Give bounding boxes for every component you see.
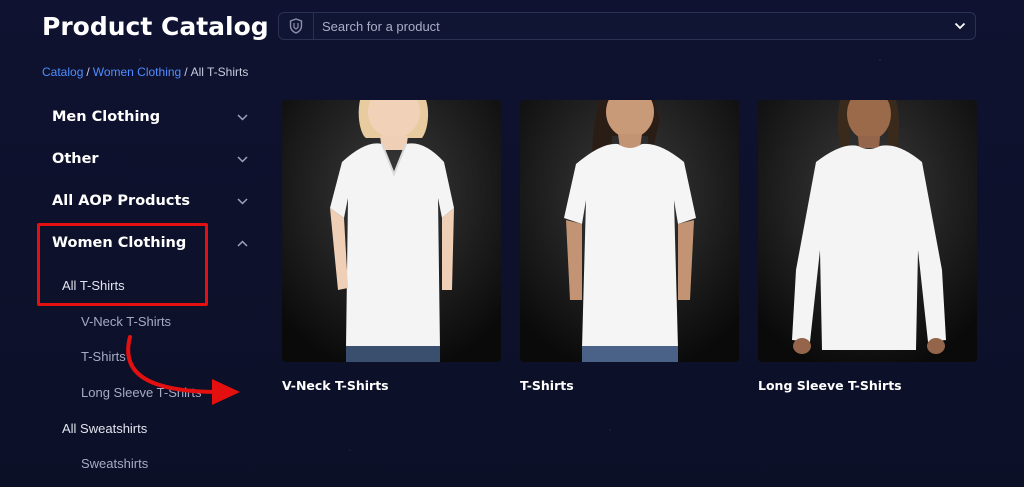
product-image: [758, 100, 977, 362]
breadcrumb-separator: /: [184, 65, 188, 79]
product-card-t-shirts[interactable]: T-Shirts: [520, 100, 739, 393]
annotation-highlight-box: [37, 223, 208, 306]
sidebar-category-label: Other: [52, 151, 99, 167]
breadcrumb-separator: /: [86, 65, 90, 79]
sidebar-category-all-aop-products[interactable]: All AOP Products: [52, 193, 248, 209]
sidebar-category-men-clothing[interactable]: Men Clothing: [52, 109, 248, 125]
product-card-v-neck-t-shirts[interactable]: V-Neck T-Shirts: [282, 100, 501, 393]
product-card-long-sleeve-t-shirts[interactable]: Long Sleeve T-Shirts: [758, 100, 977, 393]
breadcrumb-link-women-clothing[interactable]: Women Clothing: [93, 65, 182, 79]
sidebar-category-label: All AOP Products: [52, 193, 191, 209]
breadcrumb-link-catalog[interactable]: Catalog: [42, 65, 83, 79]
shield-icon: [279, 13, 314, 39]
product-image: [520, 100, 739, 362]
sidebar-category-label: Men Clothing: [52, 109, 161, 125]
chevron-down-icon: [236, 111, 248, 123]
sidebar-subitem-v-neck-t-shirts[interactable]: V-Neck T-Shirts: [81, 314, 171, 329]
annotation-arrow-icon: [126, 335, 240, 405]
product-title[interactable]: V-Neck T-Shirts: [282, 378, 501, 393]
search-bar[interactable]: [278, 12, 976, 40]
page-title: Product Catalog: [42, 12, 269, 41]
product-image: [282, 100, 501, 362]
sidebar-subitem-sweatshirts[interactable]: Sweatshirts: [81, 456, 148, 471]
product-title[interactable]: Long Sleeve T-Shirts: [758, 378, 977, 393]
sidebar-subitem-all-sweatshirts[interactable]: All Sweatshirts: [62, 421, 147, 436]
breadcrumb: Catalog / Women Clothing / All T-Shirts: [42, 65, 248, 79]
search-input[interactable]: [314, 17, 945, 35]
product-title[interactable]: T-Shirts: [520, 378, 739, 393]
chevron-up-icon: [236, 237, 248, 249]
chevron-down-icon: [236, 195, 248, 207]
sidebar-category-other[interactable]: Other: [52, 151, 248, 167]
breadcrumb-current: All T-Shirts: [190, 65, 249, 79]
chevron-down-icon[interactable]: [945, 22, 975, 30]
chevron-down-icon: [236, 153, 248, 165]
